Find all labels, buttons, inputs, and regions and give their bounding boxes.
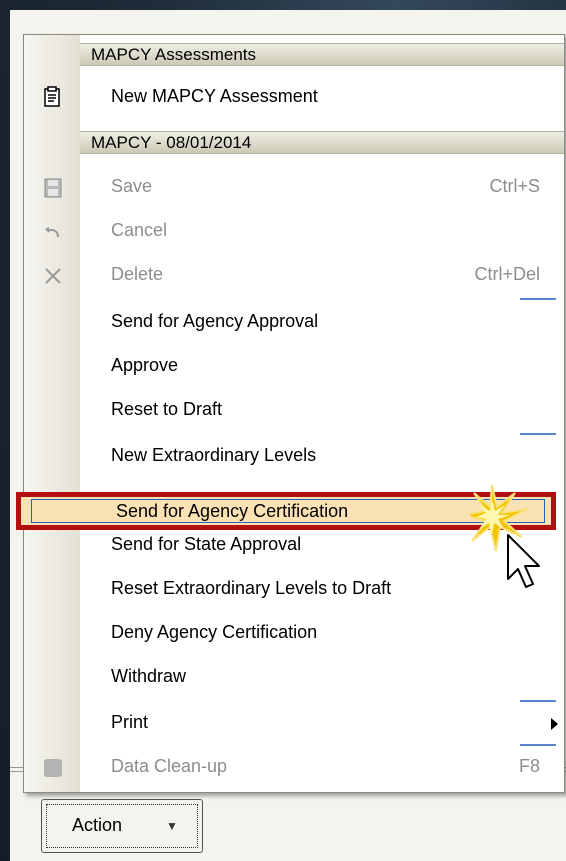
menu-item-label: Delete (111, 264, 164, 284)
form-document-icon (44, 86, 60, 107)
menu-item-deny-agency-certification[interactable]: Deny Agency Certification (24, 612, 564, 656)
undo-icon (45, 227, 59, 238)
menu-item-withdraw[interactable]: Withdraw (24, 656, 564, 700)
menu-item-print[interactable]: Print (24, 702, 564, 746)
menu-item-label: Cancel (111, 220, 168, 240)
menu-item-new-assessment[interactable]: New MAPCY Assessment (24, 79, 564, 123)
action-dropdown-button[interactable]: Action ▼ (41, 799, 203, 853)
menu-item-label: Deny Agency Certification (111, 622, 318, 642)
delete-x-icon (45, 268, 61, 284)
menu-item-label: Reset to Draft (111, 399, 223, 419)
menu-item-label: Send for State Approval (111, 534, 302, 554)
data-cleanup-icon (44, 759, 62, 777)
separator-accent (520, 298, 556, 300)
submenu-arrow-icon (551, 718, 558, 730)
action-button-label: Action (72, 815, 123, 835)
menu-item-label: Withdraw (111, 666, 187, 686)
menu-item-label: Approve (111, 355, 179, 375)
menu-item-label: Data Clean-up (111, 756, 228, 776)
menu-item-label: New Extraordinary Levels (111, 445, 317, 465)
menu-item-label: Save (111, 176, 153, 196)
menu-item-label: New MAPCY Assessment (111, 86, 318, 106)
menu-item-label: Send for Agency Approval (111, 311, 319, 331)
menu-item-cancel[interactable]: Cancel (24, 210, 564, 254)
menu-item-label: Reset Extraordinary Levels to Draft (111, 578, 392, 598)
menu-item-new-extraordinary-levels[interactable]: New Extraordinary Levels (24, 435, 564, 479)
menu-item-approve[interactable]: Approve (24, 345, 564, 389)
section-header-label: MAPCY Assessments (91, 45, 257, 64)
menu-item-reset-to-draft[interactable]: Reset to Draft (24, 389, 564, 433)
save-icon (44, 178, 62, 198)
menu-item-label: Print (111, 712, 149, 732)
menu-item-send-agency-approval[interactable]: Send for Agency Approval (24, 301, 564, 345)
menu-item-delete[interactable]: Delete Ctrl+Del (24, 254, 564, 298)
menu-item-shortcut: Ctrl+Del (474, 264, 540, 284)
mouse-cursor-icon (470, 485, 540, 588)
menu-item-shortcut: Ctrl+S (489, 176, 540, 196)
dropdown-arrow-icon: ▼ (166, 819, 178, 833)
menu-item-shortcut: F8 (518, 756, 540, 776)
menu-item-data-cleanup[interactable]: Data Clean-up F8 (24, 746, 564, 790)
click-burst-icon (470, 485, 529, 552)
section-header-label: MAPCY - 08/01/2014 (91, 133, 252, 152)
menu-item-save[interactable]: Save Ctrl+S (24, 166, 564, 210)
action-context-menu: MAPCY Assessments New MAPCY Assessment M… (16, 34, 565, 793)
menu-item-label: Send for Agency Certification (116, 501, 349, 521)
app-window: MAPCY Assessments New MAPCY Assessment M… (10, 10, 566, 861)
menu-section-header-assessments: MAPCY Assessments (80, 43, 564, 66)
menu-section-header-record: MAPCY - 08/01/2014 (80, 131, 564, 154)
